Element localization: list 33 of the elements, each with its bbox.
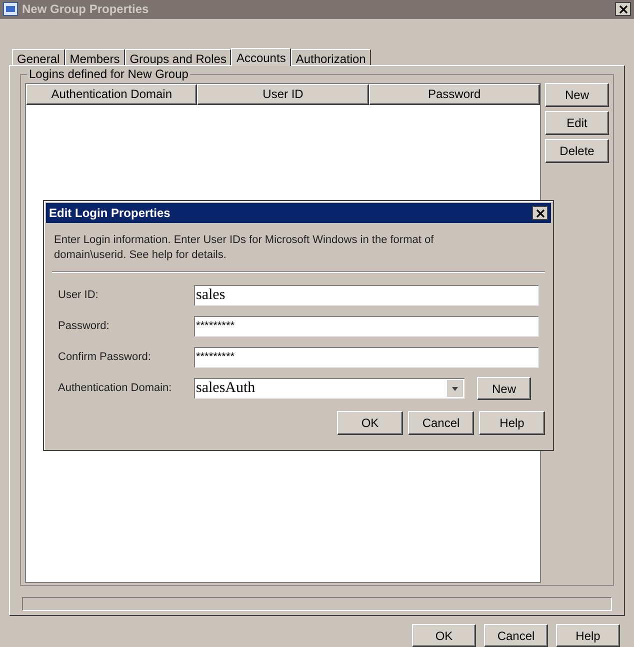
side-button[interactable]: Edit — [545, 110, 609, 135]
window-icon — [3, 2, 18, 16]
column-header[interactable]: Authentication Domain — [26, 84, 198, 105]
close-icon[interactable] — [532, 206, 548, 220]
tab[interactable]: Members — [64, 48, 125, 65]
side-button[interactable]: Delete — [545, 138, 609, 163]
group-title: Logins defined for New Group — [27, 66, 190, 81]
new-button[interactable]: New — [477, 377, 531, 400]
dialog-button[interactable]: OK — [337, 411, 403, 435]
dropdown-field[interactable]: salesAuth — [194, 378, 465, 399]
tab[interactable]: Authorization — [290, 48, 371, 65]
dialog-button[interactable]: Cancel — [408, 411, 474, 435]
column-header[interactable]: User ID — [197, 84, 369, 105]
dialog-button[interactable]: Help — [556, 624, 620, 647]
dialog-button[interactable]: OK — [412, 624, 476, 647]
dialog-message: Enter Login information. Enter User IDs for Microsoft Windows in the format of domain\userid. See help for details. — [53, 233, 435, 263]
tab[interactable]: Groups and Roles — [124, 48, 232, 65]
tab[interactable]: Accounts — [231, 48, 291, 66]
field-label: Authentication Domain: — [58, 381, 173, 396]
column-header[interactable]: Password — [368, 84, 540, 105]
dialog-button[interactable]: Help — [479, 411, 545, 435]
tab[interactable]: General — [12, 48, 65, 65]
side-button[interactable]: New — [545, 82, 609, 107]
input-field[interactable]: ********* — [194, 316, 539, 337]
input-field[interactable]: ********* — [194, 347, 539, 368]
window-title: New Group Properties — [22, 1, 150, 18]
field-label: User ID: — [58, 288, 100, 304]
field-label: Confirm Password: — [58, 350, 152, 366]
field-label: Password: — [58, 319, 110, 334]
dialog-button[interactable]: Cancel — [484, 624, 548, 647]
input-field[interactable]: sales — [194, 285, 539, 306]
dialog-title: Edit Login Properties — [49, 205, 172, 222]
close-icon[interactable] — [615, 2, 631, 16]
